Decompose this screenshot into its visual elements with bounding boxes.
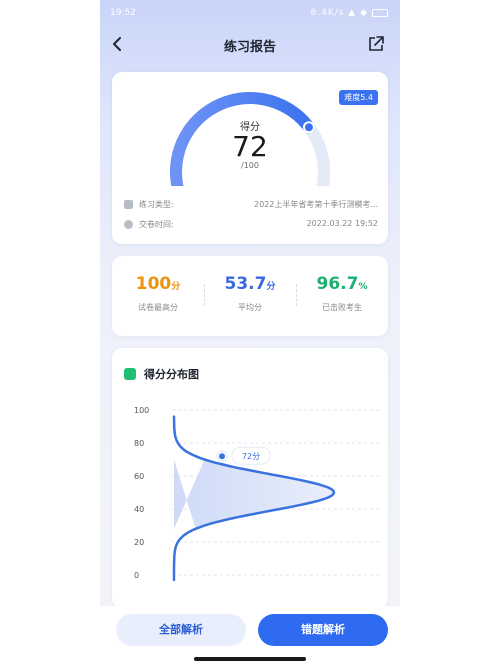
status-network-text: 8.4K/s ▲ ◆: [310, 8, 368, 18]
share-icon[interactable]: [366, 34, 386, 54]
y-tick-label: 100: [134, 406, 149, 415]
distribution-card: 得分分布图 100 80 60 40 20 0 72分: [112, 348, 388, 608]
stat-unit: 分: [171, 282, 181, 292]
stat-highest: 100分 试卷最高分: [112, 274, 204, 313]
stat-unit: 分: [266, 282, 276, 292]
stat-value-wrap: 100分: [112, 274, 204, 294]
page-title: 练习报告: [223, 40, 276, 55]
info-row-time: 交卷时间: 2022.03.22 19:52: [124, 218, 378, 232]
score-value: 72: [232, 130, 268, 163]
stat-caption: 试卷最高分: [138, 303, 178, 312]
score-max: /100: [241, 161, 259, 170]
home-indicator: [194, 657, 306, 661]
stat-value: 96.7: [316, 274, 359, 294]
all-analysis-button[interactable]: 全部解析: [116, 614, 246, 646]
stat-value-wrap: 96.7%: [296, 274, 388, 294]
distribution-title: 得分分布图: [144, 368, 199, 381]
stat-caption: 已击败考生: [322, 303, 362, 312]
trend-chart-icon: [124, 368, 136, 380]
stat-caption: 平均分: [238, 303, 262, 312]
stat-average: 53.7分 平均分: [204, 274, 296, 313]
y-tick-label: 20: [134, 538, 144, 547]
info-row-type: 练习类型: 2022上半年省考第十季行测模考...: [124, 198, 378, 212]
clock-icon: [124, 220, 133, 229]
distribution-chart: 100 80 60 40 20 0 72分: [134, 406, 382, 582]
wrong-analysis-button[interactable]: 错题解析: [258, 614, 388, 646]
status-time: 19:52: [110, 8, 136, 18]
stat-value: 53.7: [224, 274, 267, 294]
difficulty-badge: 难度5.4: [339, 90, 378, 105]
marker-label: 72分: [242, 452, 260, 461]
stat-value-wrap: 53.7分: [204, 274, 296, 294]
y-tick-label: 0: [134, 571, 139, 580]
y-tick-label: 40: [134, 505, 144, 514]
y-tick-label: 60: [134, 472, 144, 481]
status-indicators: 8.4K/s ▲ ◆: [310, 8, 388, 18]
stat-beaten: 96.7% 已击败考生: [296, 274, 388, 313]
battery-icon: [372, 8, 388, 17]
status-bar: 19:52 8.4K/s ▲ ◆: [100, 0, 400, 26]
y-tick-label: 80: [134, 439, 144, 448]
stat-unit: %: [358, 282, 368, 292]
stats-card: 100分 试卷最高分 53.7分 平均分 96.7% 已击败考生: [112, 256, 388, 336]
info-value: 2022.03.22 19:52: [306, 219, 378, 228]
score-card: 难度5.4 得分 72 /100 练习类型: 2022上半年省考第十季行测模考.…: [112, 72, 388, 244]
marker-dot: [219, 453, 225, 460]
info-value: 2022上半年省考第十季行测模考...: [254, 200, 378, 209]
info-label: 练习类型:: [139, 200, 174, 209]
info-label: 交卷时间:: [139, 220, 174, 229]
app-screen: 19:52 8.4K/s ▲ ◆ 练习报告 难度5.4 得分 72 /100 练…: [100, 0, 400, 666]
header: 练习报告: [100, 30, 400, 60]
stat-value: 100: [135, 274, 172, 294]
doc-icon: [124, 200, 133, 209]
